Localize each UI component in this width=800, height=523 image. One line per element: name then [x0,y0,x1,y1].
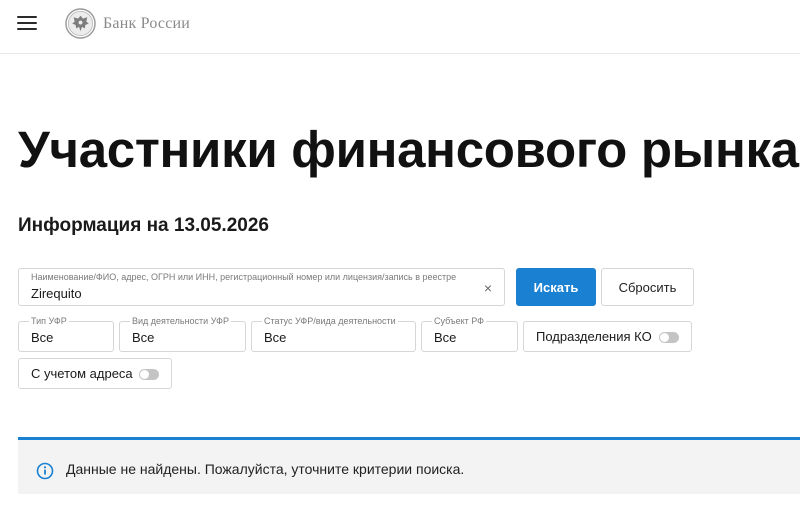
bank-of-russia-emblem-icon [65,8,96,39]
type-select[interactable]: Тип УФР Все [18,316,114,352]
address-toggle-label: С учетом адреса [31,366,133,381]
divisions-toggle[interactable]: Подразделения КО [523,321,692,352]
divisions-toggle-label: Подразделения КО [536,329,652,344]
address-toggle[interactable]: С учетом адреса [18,358,172,389]
search-input[interactable] [31,284,471,302]
subject-select[interactable]: Субъект РФ Все [421,316,518,352]
logo-link[interactable]: Банк России [65,8,190,39]
type-select-value: Все [31,330,54,345]
site-header: Банк России [0,0,800,54]
search-field-label: Наименование/ФИО, адрес, ОГРН или ИНН, р… [31,272,457,282]
status-select-value: Все [264,330,287,345]
search-field: Наименование/ФИО, адрес, ОГРН или ИНН, р… [18,268,505,306]
subject-select-label: Субъект РФ [432,316,486,326]
info-icon [36,462,54,480]
subject-select-value: Все [434,330,457,345]
activity-select-label: Вид деятельности УФР [130,316,231,326]
hamburger-menu-icon[interactable] [17,15,37,31]
no-results-notice: Данные не найдены. Пожалуйста, уточните … [18,437,800,494]
reset-button[interactable]: Сбросить [601,268,694,306]
activity-select-value: Все [132,330,155,345]
status-select[interactable]: Статус УФР/вида деятельности Все [251,316,416,352]
info-date: Информация на 13.05.2026 [18,215,269,236]
divisions-switch[interactable] [659,332,679,343]
page-title: Участники финансового рынка [18,121,799,178]
notice-text: Данные не найдены. Пожалуйста, уточните … [66,461,465,477]
type-select-label: Тип УФР [29,316,69,326]
clear-icon[interactable]: × [484,280,492,296]
search-button[interactable]: Искать [516,268,596,306]
address-switch[interactable] [139,369,159,380]
status-select-label: Статус УФР/вида деятельности [262,316,398,326]
activity-select[interactable]: Вид деятельности УФР Все [119,316,246,352]
logo-text: Банк России [103,14,191,32]
